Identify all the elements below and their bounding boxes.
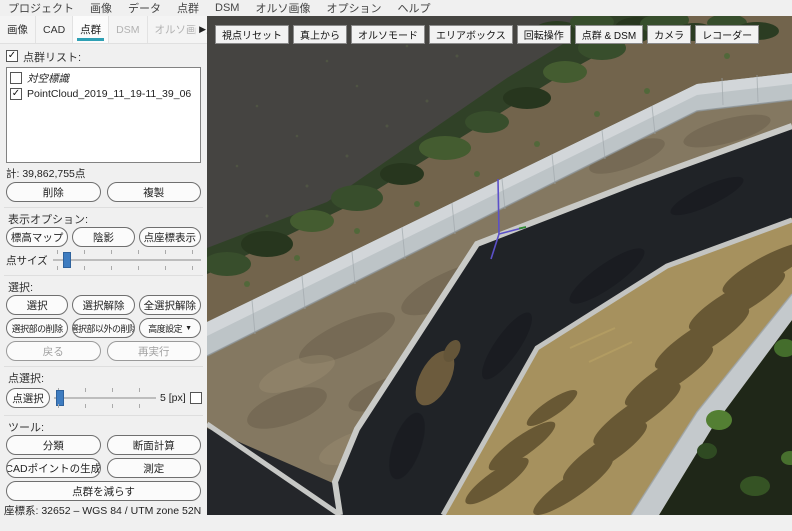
3d-viewport[interactable]: 視点リセット 真上から オルソモード エリアボックス 回転操作 点群 & DSM… bbox=[207, 16, 792, 515]
deselect-all-button[interactable]: 全選択解除 bbox=[139, 295, 201, 315]
slider-ticks bbox=[57, 266, 197, 270]
menu-ortho[interactable]: オルソ画像 bbox=[255, 0, 310, 16]
tab-overflow-icon[interactable]: ▶ bbox=[193, 16, 206, 43]
recorder-button[interactable]: レコーダー bbox=[695, 25, 759, 44]
point-grain-overlay bbox=[207, 16, 792, 515]
menu-bar: プロジェクト 画像 データ 点群 DSM オルソ画像 オプション ヘルプ bbox=[0, 0, 792, 16]
camera-button[interactable]: カメラ bbox=[647, 25, 691, 44]
tab-dsm[interactable]: DSM bbox=[109, 16, 147, 43]
classify-button[interactable]: 分類 bbox=[6, 435, 101, 455]
rotate-control-button[interactable]: 回転操作 bbox=[517, 25, 571, 44]
viewport-toolbar: 視点リセット 真上から オルソモード エリアボックス 回転操作 点群 & DSM… bbox=[215, 25, 759, 44]
elevation-map-button[interactable]: 標高マップ bbox=[6, 227, 68, 247]
slider-track bbox=[54, 397, 156, 399]
reset-view-button[interactable]: 視点リセット bbox=[215, 25, 289, 44]
menu-image[interactable]: 画像 bbox=[90, 0, 112, 16]
selection-label: 選択: bbox=[8, 279, 201, 292]
pointcloud-list-checkbox[interactable]: ✓ bbox=[6, 50, 18, 62]
list-item-label: 対空標識 bbox=[27, 71, 69, 86]
left-column: 画像 CAD 点群 DSM オルソ画像 断面 等高線 ▶ ✓ 点群リスト: ✓ … bbox=[0, 16, 207, 531]
slider-ticks bbox=[57, 250, 197, 254]
divider bbox=[4, 415, 203, 416]
divider bbox=[4, 366, 203, 367]
menu-project[interactable]: プロジェクト bbox=[8, 0, 74, 16]
divider bbox=[4, 207, 203, 208]
cross-section-button[interactable]: 断面計算 bbox=[107, 435, 202, 455]
bottom-strip bbox=[207, 515, 792, 531]
item-checkbox-unchecked[interactable]: ✓ bbox=[10, 72, 22, 84]
slider-track bbox=[53, 259, 201, 261]
reduce-points-button[interactable]: 点群を減らす bbox=[6, 481, 201, 501]
altitude-setting-button[interactable]: 高度設定 ▼ bbox=[139, 318, 201, 338]
point-coords-button[interactable]: 点座標表示 bbox=[139, 227, 201, 247]
shading-button[interactable]: 陰影 bbox=[72, 227, 134, 247]
viewport-scene[interactable] bbox=[207, 16, 792, 515]
cad-points-button[interactable]: CADポイントの生成 bbox=[6, 458, 101, 478]
menu-options[interactable]: オプション bbox=[326, 0, 381, 16]
slider-ticks bbox=[58, 388, 152, 392]
code-checkbox[interactable]: ✓ bbox=[190, 392, 202, 404]
tab-pointcloud[interactable]: 点群 bbox=[73, 16, 109, 43]
undo-button[interactable]: 戻る bbox=[6, 341, 101, 361]
ortho-mode-button[interactable]: オルソモード bbox=[351, 25, 425, 44]
top-view-button[interactable]: 真上から bbox=[293, 25, 347, 44]
display-options-label: 表示オプション: bbox=[8, 211, 201, 224]
point-size-slider[interactable] bbox=[53, 250, 201, 270]
point-selection-label: 点選択: bbox=[8, 370, 201, 383]
coordinate-system-status: 座標系: 32652 – WGS 84 / UTM zone 52N bbox=[4, 503, 201, 518]
redo-button[interactable]: 再実行 bbox=[107, 341, 202, 361]
tab-cad[interactable]: CAD bbox=[36, 16, 73, 43]
measure-button[interactable]: 測定 bbox=[107, 458, 202, 478]
pointcloud-list-label: 点群リスト: bbox=[23, 49, 81, 62]
duplicate-button[interactable]: 複製 bbox=[107, 182, 202, 202]
slider-ticks bbox=[58, 404, 152, 408]
item-checkbox-checked[interactable]: ✓ bbox=[10, 88, 22, 100]
point-select-size-slider[interactable] bbox=[54, 388, 156, 408]
pointcloud-listbox[interactable]: ✓ 対空標識 ✓ PointCloud_2019_11_19-11_39_06 bbox=[6, 67, 201, 163]
tab-image[interactable]: 画像 bbox=[0, 16, 36, 43]
delete-button[interactable]: 削除 bbox=[6, 182, 101, 202]
delete-outside-button[interactable]: 選択部以外の削除 bbox=[72, 318, 134, 338]
divider bbox=[4, 275, 203, 276]
point-select-button[interactable]: 点選択 bbox=[6, 388, 50, 408]
tools-label: ツール: bbox=[8, 419, 201, 432]
select-button[interactable]: 選択 bbox=[6, 295, 68, 315]
pointcloud-dsm-button[interactable]: 点群 & DSM bbox=[575, 25, 643, 44]
deselect-button[interactable]: 選択解除 bbox=[72, 295, 134, 315]
point-size-label: 点サイズ bbox=[6, 253, 48, 268]
area-box-button[interactable]: エリアボックス bbox=[429, 25, 513, 44]
dropdown-arrow-icon: ▼ bbox=[185, 325, 191, 332]
menu-help[interactable]: ヘルプ bbox=[397, 0, 430, 16]
tab-bar: 画像 CAD 点群 DSM オルソ画像 断面 等高線 ▶ bbox=[0, 16, 207, 44]
list-item-label: PointCloud_2019_11_19-11_39_06 bbox=[27, 88, 191, 100]
menu-data[interactable]: データ bbox=[128, 0, 161, 16]
point-total-label: 計: 39,862,755点 bbox=[6, 166, 201, 180]
menu-pointcloud[interactable]: 点群 bbox=[177, 0, 199, 16]
delete-selected-button[interactable]: 選択部の削除 bbox=[6, 318, 68, 338]
list-item[interactable]: ✓ PointCloud_2019_11_19-11_39_06 bbox=[10, 86, 197, 102]
menu-dsm[interactable]: DSM bbox=[215, 2, 239, 14]
pointcloud-panel: ✓ 点群リスト: ✓ 対空標識 ✓ PointCloud_2019_11_19-… bbox=[0, 44, 207, 531]
pixel-size-value: 5 [px] bbox=[160, 392, 186, 404]
list-item[interactable]: ✓ 対空標識 bbox=[10, 70, 197, 86]
